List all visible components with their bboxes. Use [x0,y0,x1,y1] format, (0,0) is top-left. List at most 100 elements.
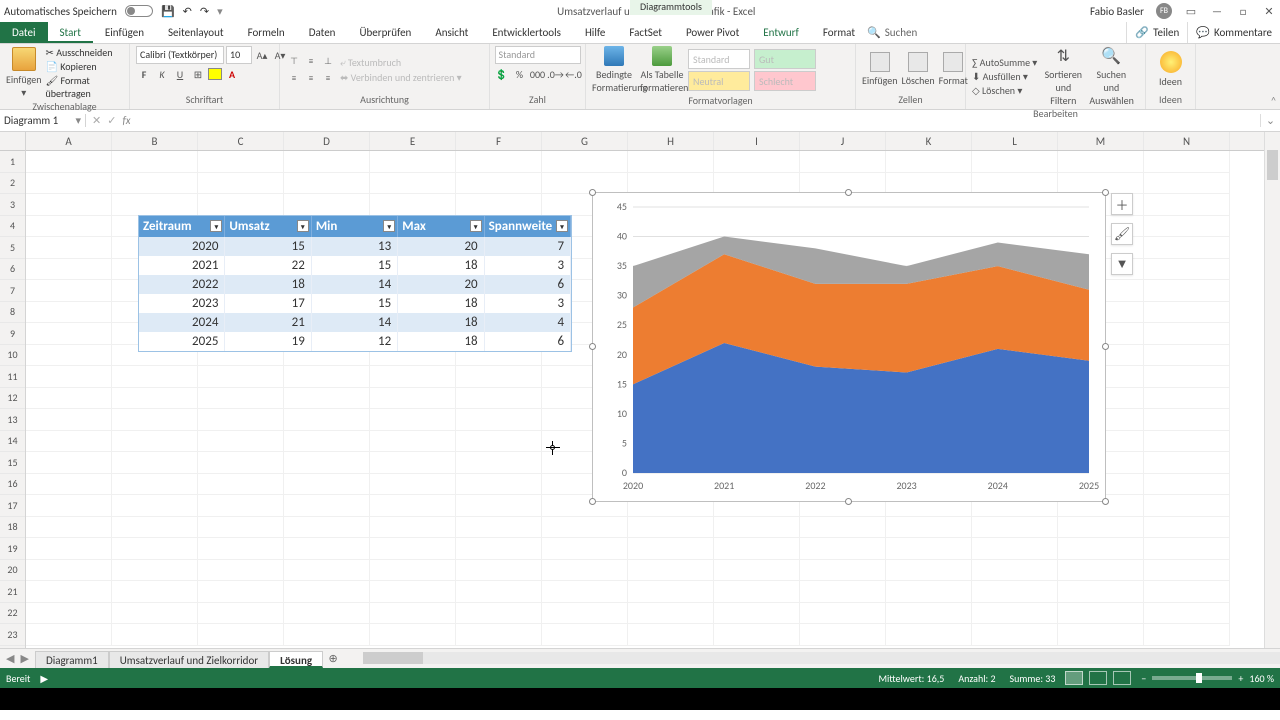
chart-object[interactable]: 0510152025303540452020202120222023202420… [592,192,1106,502]
column-header[interactable]: F [456,132,542,150]
filter-icon[interactable]: ▾ [210,220,222,232]
italic-button[interactable]: K [154,66,170,82]
table-header[interactable]: Zeitraum▾ [139,216,225,237]
add-sheet-button[interactable]: ⊕ [323,649,343,668]
horizontal-scrollbar[interactable] [363,649,1280,668]
autosum-button[interactable]: ∑ AutoSumme ▾ [972,56,1037,69]
column-header[interactable]: D [284,132,370,150]
maximize-icon[interactable]: □ [1236,4,1250,18]
row-header[interactable]: 11 [0,366,25,388]
format-as-table-button[interactable]: Als Tabelle formatieren [640,46,684,94]
resize-handle[interactable] [589,343,596,350]
font-color-button[interactable]: A [224,66,240,82]
row-header[interactable]: 19 [0,538,25,560]
table-row[interactable]: 20251912186 [139,332,571,351]
row-header[interactable]: 4 [0,216,25,238]
redo-icon[interactable]: ↷ [200,5,209,18]
table-header[interactable]: Max▾ [398,216,484,237]
row-header[interactable]: 3 [0,194,25,216]
border-button[interactable]: ⊞ [190,66,206,82]
cancel-formula-icon[interactable]: ✕ [92,114,101,127]
table-row[interactable]: 20242114184 [139,313,571,332]
worksheet-grid[interactable]: 1234567891011121314151617181920212223 AB… [0,132,1280,648]
macro-record-icon[interactable]: ▶ [40,672,48,685]
table-header[interactable]: Min▾ [312,216,398,237]
column-header[interactable]: A [26,132,112,150]
font-name-combo[interactable]: Calibri (Textkörper) [136,46,224,64]
sheet-nav-prev-icon[interactable]: ◀ [6,652,14,665]
sheet-tab-diagramm1[interactable]: Diagramm1 [35,651,109,668]
view-pagelayout-button[interactable] [1089,671,1107,685]
style-bad[interactable]: Schlecht [754,71,816,91]
fill-button[interactable]: ⬇ Ausfüllen ▾ [972,70,1037,83]
bold-button[interactable]: F [136,66,152,82]
collapse-ribbon-icon[interactable]: ^ [1271,94,1276,107]
view-pagebreak-button[interactable] [1113,671,1131,685]
name-box[interactable]: Diagramm 1▾ [0,114,86,127]
chart-elements-button[interactable]: ＋ [1111,193,1133,215]
ribbon-options-icon[interactable]: ▭ [1184,4,1198,18]
tab-view[interactable]: Ansicht [423,22,480,43]
row-header[interactable]: 14 [0,431,25,453]
column-header[interactable]: E [370,132,456,150]
insert-cells-button[interactable]: Einfügen [862,52,898,87]
font-size-combo[interactable]: 10 [226,46,252,64]
zoom-level[interactable]: 160 % [1249,672,1274,685]
row-header[interactable]: 17 [0,495,25,517]
column-header[interactable]: N [1144,132,1230,150]
comments-button[interactable]: 💬Kommentare [1187,22,1280,43]
underline-button[interactable]: U [172,66,188,82]
view-normal-button[interactable] [1065,671,1083,685]
zoom-out-button[interactable]: − [1141,672,1146,685]
row-header[interactable]: 7 [0,280,25,302]
resize-handle[interactable] [845,189,852,196]
thousands-button[interactable]: 000 [530,66,546,82]
save-icon[interactable]: 💾 [161,5,175,18]
tab-file[interactable]: Datei [0,22,48,43]
conditional-format-button[interactable]: Bedingte Formatierung [592,46,636,94]
tab-powerpivot[interactable]: Power Pivot [674,22,751,43]
fill-color-button[interactable] [208,68,222,80]
filter-icon[interactable]: ▾ [556,220,568,232]
row-header[interactable]: 5 [0,237,25,259]
wrap-text-button[interactable]: ⤶ Textumbruch [340,56,462,69]
style-normal[interactable]: Standard [688,49,750,69]
zoom-in-button[interactable]: + [1238,672,1243,685]
tab-format[interactable]: Format [811,22,867,43]
column-header[interactable]: I [714,132,800,150]
resize-handle[interactable] [1102,498,1109,505]
enter-formula-icon[interactable]: ✓ [107,114,116,127]
currency-button[interactable]: 💲 [494,66,510,82]
tab-insert[interactable]: Einfügen [93,22,156,43]
row-header[interactable]: 8 [0,302,25,324]
cut-button[interactable]: ✂ Ausschneiden [46,46,123,59]
tab-developer[interactable]: Entwicklertools [480,22,573,43]
table-header[interactable]: Umsatz▾ [225,216,311,237]
autosave-toggle[interactable] [125,5,153,17]
row-header[interactable]: 10 [0,345,25,367]
avatar[interactable]: FB [1156,3,1172,19]
table-row[interactable]: 20221814206 [139,275,571,294]
user-name[interactable]: Fabio Basler [1090,5,1144,18]
sheet-nav-next-icon[interactable]: ▶ [20,652,28,665]
row-header[interactable]: 13 [0,409,25,431]
row-header[interactable]: 23 [0,624,25,646]
tab-help[interactable]: Hilfe [573,22,617,43]
percent-button[interactable]: % [512,66,528,82]
column-header[interactable]: G [542,132,628,150]
resize-handle[interactable] [845,498,852,505]
delete-cells-button[interactable]: Löschen [902,52,935,87]
inc-decimal-button[interactable]: .0→ [548,66,564,82]
undo-icon[interactable]: ↶ [183,5,192,18]
chart-styles-button[interactable]: 🖌 [1111,223,1133,245]
sort-filter-button[interactable]: ⇅Sortieren und Filtern [1041,46,1085,107]
column-header[interactable]: M [1058,132,1144,150]
expand-formula-bar-icon[interactable]: ⌄ [1260,114,1280,127]
row-header[interactable]: 1 [0,151,25,173]
share-button[interactable]: 🔗Teilen [1126,22,1187,43]
tab-design[interactable]: Entwurf [751,22,811,43]
vertical-scrollbar[interactable] [1264,132,1280,648]
find-select-button[interactable]: 🔍Suchen und Auswählen [1089,46,1133,107]
row-header[interactable]: 2 [0,173,25,195]
row-header[interactable]: 9 [0,323,25,345]
